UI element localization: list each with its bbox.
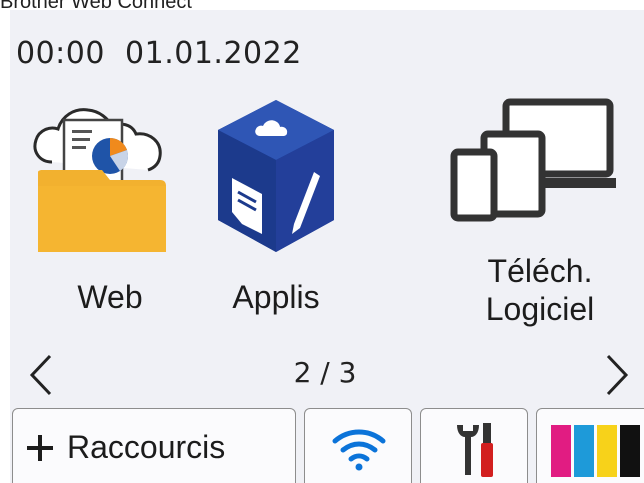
app-download-software-button[interactable]: Téléch. Logiciel — [440, 92, 640, 352]
status-datetime: 00:00 01.01.2022 — [16, 36, 302, 71]
app-applis-label: Applis — [232, 279, 320, 315]
ink-levels-button[interactable] — [536, 408, 644, 483]
devices-icon — [440, 92, 640, 262]
apps-cube-icon — [176, 92, 376, 262]
settings-button[interactable] — [420, 408, 528, 483]
status-date: 01.01.2022 — [125, 36, 302, 71]
next-page-button[interactable] — [596, 350, 636, 400]
status-time: 00:00 — [16, 36, 105, 71]
ink-levels-icon — [551, 425, 640, 477]
app-download-software-label-line1: Téléch. — [487, 253, 593, 289]
shortcuts-button[interactable]: Raccourcis — [12, 408, 296, 483]
app-download-software-label-line2: Logiciel — [485, 291, 595, 327]
tools-icon — [457, 423, 493, 477]
previous-page-button[interactable] — [22, 350, 62, 400]
wifi-button[interactable] — [304, 408, 412, 483]
shortcuts-label: Raccourcis — [67, 429, 226, 465]
chevron-left-icon — [29, 354, 52, 396]
app-download-software-label: Téléch. Logiciel — [440, 252, 640, 328]
plus-icon — [27, 435, 53, 461]
wifi-icon — [332, 429, 386, 471]
app-applis-button[interactable]: Applis — [176, 92, 376, 352]
page-indicator: 2 / 3 — [293, 356, 357, 389]
lcd-panel: 00:00 01.01.2022 Web Applis Téléch. Logi… — [10, 10, 644, 483]
chevron-right-icon — [606, 354, 629, 396]
